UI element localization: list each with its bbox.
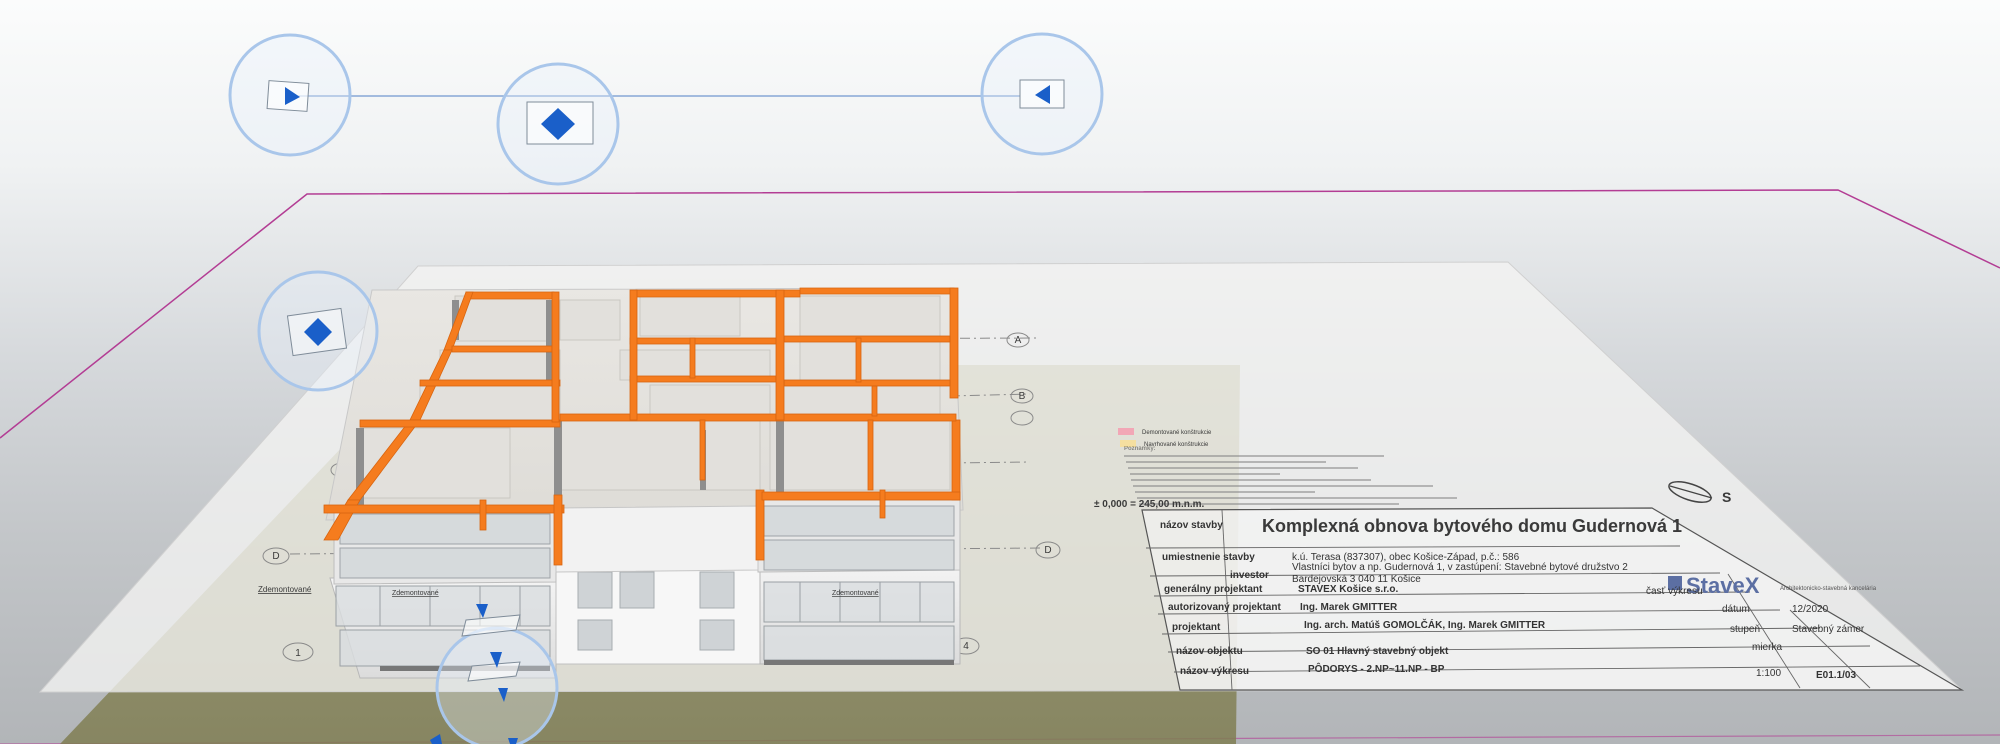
- tb-project-name-label: názov stavby: [1160, 520, 1223, 531]
- elevation-marker-left[interactable]: [228, 33, 352, 157]
- tb-designer-label: projektant: [1172, 622, 1221, 633]
- tb-scale: 1:100: [1756, 668, 1781, 679]
- tb-drawing-label: názov výkresu: [1180, 666, 1249, 677]
- tb-object: SO 01 Hlavný stavebný objekt: [1306, 646, 1449, 657]
- svg-text:D: D: [272, 551, 279, 562]
- tb-authorized-designer: Ing. Marek GMITTER: [1300, 602, 1398, 613]
- svg-text:D: D: [1044, 545, 1051, 556]
- svg-text:4: 4: [963, 641, 969, 652]
- svg-text:1: 1: [295, 648, 301, 659]
- tb-project-name: Komplexná obnova bytového domu Gudernová…: [1262, 516, 1682, 536]
- tb-stage-label: stupeň: [1730, 624, 1760, 635]
- level-label-balcony-left: Zdemontované: [392, 590, 439, 597]
- 3d-viewport[interactable]: Demontované konštrukcie Navrhované konšt…: [0, 0, 2000, 744]
- svg-text:B: B: [1019, 391, 1026, 402]
- tb-investor-line1: Vlastníci bytov a np. Gudernová 1, v zas…: [1292, 562, 1628, 573]
- tb-part-label: časť výkresu: [1646, 586, 1703, 597]
- tb-general-designer: STAVEX Košice s.r.o.: [1298, 584, 1398, 595]
- tb-date-label: dátum: [1722, 604, 1750, 615]
- logo-subtitle: Architektonicko-stavebná kancelária: [1780, 586, 1877, 592]
- tb-general-designer-label: generálny projektant: [1164, 584, 1263, 595]
- level-label-left: Zdemontované: [258, 585, 312, 594]
- tb-stage: Stavebný zámer: [1792, 624, 1865, 635]
- elevation-marker-right[interactable]: [980, 32, 1104, 156]
- tb-sheet-no: E01.1/03: [1816, 670, 1856, 681]
- elevation-note: ± 0,000 = 245,00 m.n.m.: [1094, 499, 1205, 510]
- legend-item-demolished: Demontované konštrukcie: [1142, 430, 1212, 436]
- svg-text:Poznámky:: Poznámky:: [1124, 446, 1156, 452]
- svg-text:A: A: [1015, 335, 1022, 346]
- tb-authorized-designer-label: autorizovaný projektant: [1168, 602, 1281, 613]
- tb-location-label: umiestnenie stavby: [1162, 552, 1255, 563]
- view-marker-side[interactable]: [257, 270, 379, 392]
- tb-designer: Ing. arch. Matúš GOMOLČÁK, Ing. Marek GM…: [1304, 618, 1546, 631]
- level-label-balcony-right: Zdemontované: [832, 590, 879, 597]
- tb-date: 12/2020: [1792, 604, 1829, 615]
- building-model[interactable]: Zdemontované Zdemontované: [323, 287, 964, 679]
- tb-investor-label: investor: [1230, 570, 1269, 581]
- tb-drawing: PÔDORYS - 2.NP~11.NP - BP: [1308, 662, 1445, 675]
- tb-object-label: názov objektu: [1176, 646, 1243, 657]
- view-marker-center[interactable]: [496, 62, 620, 186]
- tb-scale-label: mierka: [1752, 642, 1782, 653]
- north-symbol-label: S: [1722, 489, 1731, 505]
